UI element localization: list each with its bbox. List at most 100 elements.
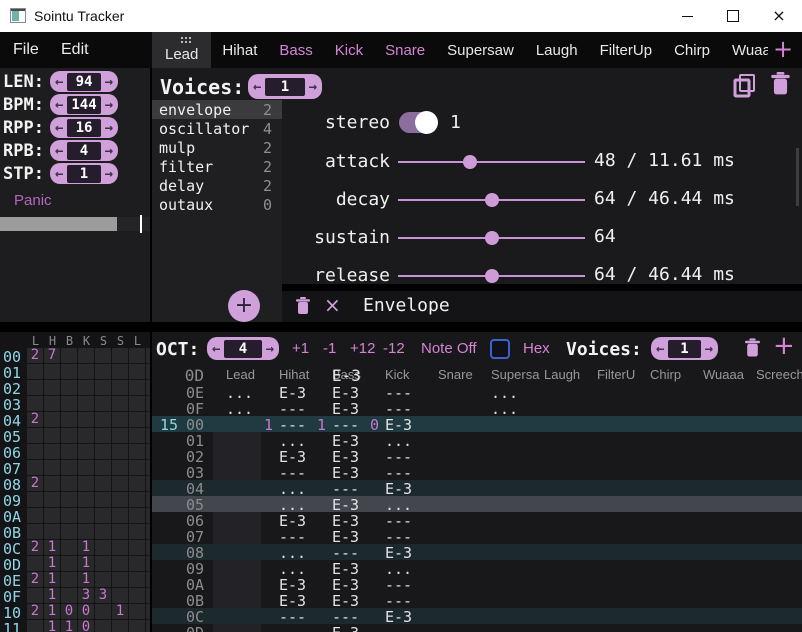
- order-cell[interactable]: [27, 396, 43, 411]
- order-cell[interactable]: [112, 540, 128, 555]
- order-cell[interactable]: [61, 348, 77, 363]
- order-cell[interactable]: [61, 412, 77, 427]
- order-cell[interactable]: 1: [78, 556, 94, 571]
- order-cell[interactable]: [146, 604, 150, 619]
- tab-laugh[interactable]: Laugh: [525, 32, 589, 68]
- transpose-down-1-button[interactable]: -1: [323, 340, 336, 357]
- order-cell[interactable]: [112, 556, 128, 571]
- order-cell[interactable]: [129, 572, 145, 587]
- tab-filterup[interactable]: FilterUp: [589, 32, 664, 68]
- order-cell[interactable]: [78, 444, 94, 459]
- add-track-button[interactable]: +: [773, 332, 795, 361]
- tab-snare[interactable]: Snare: [374, 32, 436, 68]
- order-cell[interactable]: [129, 476, 145, 491]
- bpm-increment-button[interactable]: →: [105, 98, 113, 112]
- sustain-slider[interactable]: [398, 226, 585, 250]
- transpose-up-12-button[interactable]: +12: [350, 340, 375, 357]
- order-cell[interactable]: [129, 604, 145, 619]
- order-cell[interactable]: [78, 380, 94, 395]
- note-off-button[interactable]: Note Off: [421, 340, 477, 357]
- stp-increment-button[interactable]: →: [105, 167, 113, 181]
- track-header-filteru[interactable]: FilterU: [597, 367, 635, 382]
- order-cell[interactable]: 2: [27, 348, 43, 363]
- instrument-voices-decrement-button[interactable]: ←: [253, 80, 261, 94]
- decay-slider[interactable]: [398, 188, 585, 212]
- order-cell[interactable]: [129, 492, 145, 507]
- order-cell[interactable]: [112, 460, 128, 475]
- order-cell[interactable]: [112, 412, 128, 427]
- order-cell[interactable]: [146, 540, 150, 555]
- order-cell[interactable]: 1: [44, 588, 60, 603]
- params-scrollbar[interactable]: [796, 148, 799, 206]
- track-header-chirp[interactable]: Chirp: [650, 367, 681, 382]
- order-cell[interactable]: [112, 572, 128, 587]
- tab-lead[interactable]: Lead: [152, 32, 211, 68]
- tab-wuaaa[interactable]: Wuaaa: [721, 32, 768, 68]
- order-cell[interactable]: 2: [27, 412, 43, 427]
- order-cell[interactable]: [44, 396, 60, 411]
- order-cell[interactable]: [95, 604, 111, 619]
- order-cell[interactable]: [95, 492, 111, 507]
- order-cell[interactable]: [146, 556, 150, 571]
- order-cell[interactable]: [95, 540, 111, 555]
- tab-bass[interactable]: Bass: [268, 32, 323, 68]
- add-instrument-button[interactable]: +: [770, 35, 796, 65]
- order-cell[interactable]: [146, 412, 150, 427]
- order-cell[interactable]: [95, 508, 111, 523]
- order-cell[interactable]: 1: [44, 620, 60, 632]
- track-header-wuaaa[interactable]: Wuaaa: [703, 367, 744, 382]
- order-cell[interactable]: [146, 476, 150, 491]
- order-cell[interactable]: [44, 508, 60, 523]
- order-cell[interactable]: [129, 396, 145, 411]
- rpb-decrement-button[interactable]: ←: [55, 144, 63, 158]
- panic-button[interactable]: Panic: [14, 192, 52, 209]
- unit-item-outaux[interactable]: outaux0: [152, 195, 282, 214]
- order-cell[interactable]: [78, 460, 94, 475]
- track-header-snare[interactable]: Snare: [438, 367, 473, 382]
- menu-edit[interactable]: Edit: [61, 41, 89, 59]
- order-cell[interactable]: 0: [78, 620, 94, 632]
- order-cell[interactable]: [44, 444, 60, 459]
- len-decrement-button[interactable]: ←: [55, 75, 63, 89]
- order-cell[interactable]: [129, 620, 145, 632]
- maximize-button[interactable]: [710, 0, 756, 32]
- order-cell[interactable]: [78, 508, 94, 523]
- track-header-laugh[interactable]: Laugh: [544, 367, 580, 382]
- order-cell[interactable]: [129, 460, 145, 475]
- order-cell[interactable]: [27, 588, 43, 603]
- transpose-down-12-button[interactable]: -12: [383, 340, 405, 357]
- order-cell[interactable]: [129, 364, 145, 379]
- order-cell[interactable]: [44, 492, 60, 507]
- order-cell[interactable]: [95, 524, 111, 539]
- order-cell[interactable]: [146, 460, 150, 475]
- order-cell[interactable]: 7: [44, 348, 60, 363]
- order-cell[interactable]: [78, 492, 94, 507]
- order-cell[interactable]: [27, 444, 43, 459]
- stereo-toggle[interactable]: [399, 112, 436, 133]
- order-cell[interactable]: [78, 364, 94, 379]
- order-cell[interactable]: 2: [27, 476, 43, 491]
- order-cell[interactable]: [27, 380, 43, 395]
- order-cell[interactable]: 0: [61, 604, 77, 619]
- order-cell[interactable]: [27, 508, 43, 523]
- order-cell[interactable]: [95, 620, 111, 632]
- order-cell[interactable]: [78, 348, 94, 363]
- copy-instrument-icon[interactable]: [732, 73, 758, 98]
- order-cell[interactable]: [44, 412, 60, 427]
- order-cell[interactable]: [146, 380, 150, 395]
- len-increment-button[interactable]: →: [105, 75, 113, 89]
- track-voices-decrement-button[interactable]: ←: [656, 342, 664, 356]
- order-cell[interactable]: 1: [78, 572, 94, 587]
- order-cell[interactable]: [129, 524, 145, 539]
- order-cell[interactable]: [78, 476, 94, 491]
- unit-item-envelope[interactable]: envelope2: [152, 100, 282, 119]
- order-cell[interactable]: [95, 412, 111, 427]
- order-cell[interactable]: [61, 556, 77, 571]
- order-cell[interactable]: [44, 476, 60, 491]
- order-cell[interactable]: [95, 380, 111, 395]
- order-cell[interactable]: [44, 380, 60, 395]
- close-unit-icon[interactable]: ×: [324, 293, 341, 317]
- order-cell[interactable]: 3: [95, 588, 111, 603]
- order-cell[interactable]: [61, 428, 77, 443]
- order-cell[interactable]: [146, 588, 150, 603]
